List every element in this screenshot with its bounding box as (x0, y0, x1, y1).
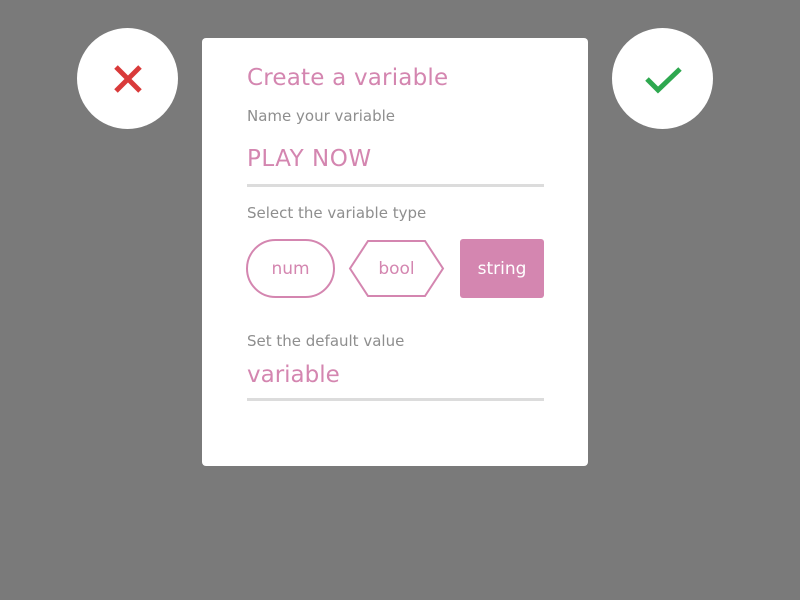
name-label: Name your variable (247, 107, 396, 125)
create-variable-dialog: Create a variable Name your variable PLA… (202, 38, 588, 466)
modal-backdrop: Create a variable Name your variable PLA… (0, 0, 800, 600)
variable-name-value[interactable]: PLAY NOW (247, 142, 544, 176)
cancel-button[interactable] (77, 28, 178, 129)
type-label: Select the variable type (247, 204, 427, 222)
default-label: Set the default value (247, 332, 405, 350)
type-num-label: num (271, 258, 310, 279)
type-string-button[interactable]: string (460, 239, 544, 298)
type-bool-button[interactable]: bool (348, 239, 445, 298)
type-bool-label: bool (378, 258, 415, 279)
type-string-label: string (477, 258, 527, 279)
default-value-field[interactable]: variable (247, 356, 544, 401)
check-icon (644, 66, 682, 93)
close-icon (113, 64, 142, 93)
type-num-button[interactable]: num (246, 239, 335, 298)
dialog-title: Create a variable (247, 65, 449, 91)
confirm-button[interactable] (612, 28, 713, 129)
variable-name-field[interactable]: PLAY NOW (247, 142, 544, 187)
default-value[interactable]: variable (247, 356, 544, 394)
